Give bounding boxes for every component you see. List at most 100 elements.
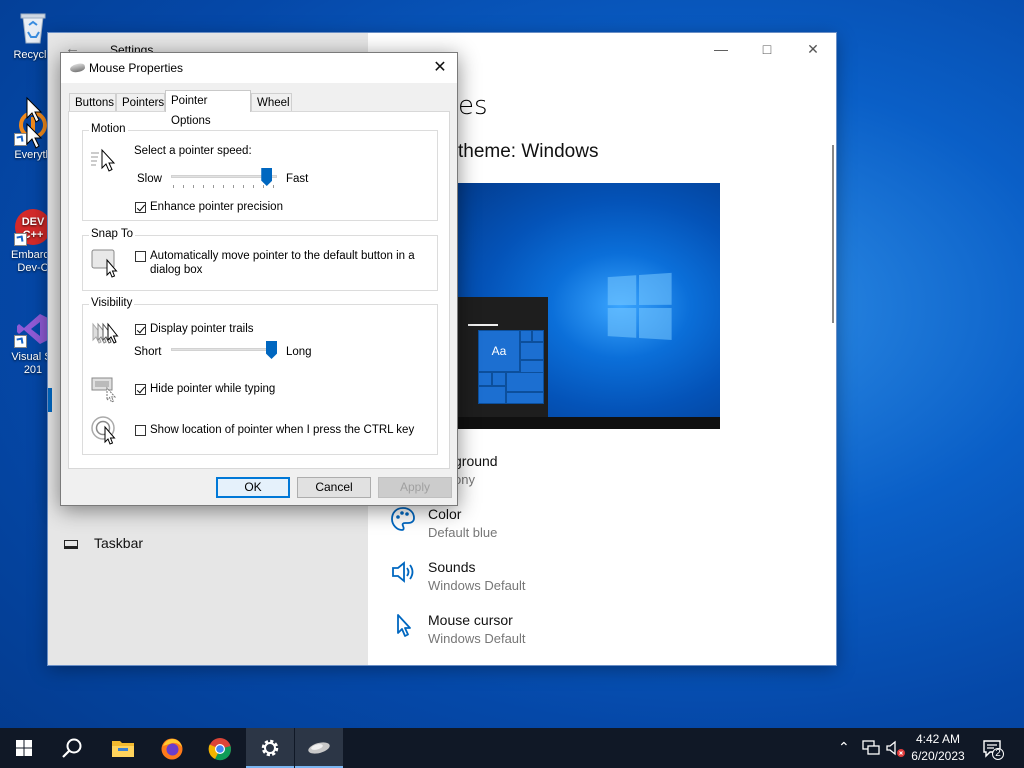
- preview-tile-aa: Aa: [478, 330, 520, 372]
- windows-logo-icon: [607, 272, 675, 344]
- pointer-speed-label: Select a pointer speed:: [134, 145, 252, 157]
- trail-length-slider[interactable]: [171, 341, 277, 359]
- slider-tick: [213, 185, 214, 188]
- slider-tick: [173, 185, 174, 188]
- preview-tile: [478, 372, 492, 386]
- network-icon[interactable]: [862, 740, 880, 756]
- mouse-icon: [308, 742, 330, 754]
- windows-start-icon: [16, 740, 32, 756]
- sounds-title: Sounds: [428, 559, 476, 575]
- taskbar: ⌃ 4:42 AM 6/20/2023 2: [0, 728, 1024, 768]
- snap-to-checkbox[interactable]: [135, 251, 146, 262]
- dev-cpp-icon: DEV C++: [14, 208, 52, 246]
- taskbar-file-explorer[interactable]: [98, 728, 146, 768]
- taskbar-settings[interactable]: [246, 728, 294, 768]
- show-location-checkbox[interactable]: [135, 425, 146, 436]
- dialog-close-button[interactable]: ✕: [423, 53, 457, 83]
- pointer-trails-checkbox[interactable]: [135, 324, 146, 335]
- maximize-button[interactable]: □: [744, 38, 790, 60]
- apply-button[interactable]: Apply: [378, 477, 452, 498]
- ok-button[interactable]: OK: [216, 477, 290, 498]
- tab-buttons[interactable]: Buttons: [69, 93, 116, 111]
- mouse-icon: [69, 62, 86, 74]
- recycle-bin-icon: [14, 8, 52, 46]
- pointer-trails-icon: [92, 322, 119, 344]
- current-theme-label: theme: Windows: [458, 141, 599, 162]
- page-title: es: [458, 91, 488, 121]
- pointer-speed-icon: [91, 148, 116, 172]
- preview-bar: [468, 324, 498, 326]
- taskbar-icon: [64, 540, 78, 549]
- enhance-precision-checkbox[interactable]: [135, 202, 146, 213]
- close-button[interactable]: ✕: [790, 38, 836, 60]
- slow-label: Slow: [137, 173, 162, 185]
- show-location-icon: [91, 416, 116, 445]
- slider-ticks: [173, 185, 274, 189]
- mouse-properties-dialog: Mouse Properties ✕ Buttons Pointers Poin…: [60, 52, 458, 506]
- mouse-cursor-subtitle: Windows Default: [428, 631, 526, 646]
- palette-icon: [391, 507, 415, 531]
- tab-pointer-options[interactable]: Pointer Options: [165, 90, 251, 127]
- slider-tick: [193, 185, 194, 188]
- show-location-label: Show location of pointer when I press th…: [150, 424, 415, 436]
- start-button[interactable]: [0, 728, 48, 768]
- pointer-trails-label: Display pointer trails: [150, 323, 254, 335]
- slider-tick: [253, 185, 254, 188]
- slider-thumb[interactable]: [261, 168, 273, 186]
- slider-tick: [243, 185, 244, 188]
- color-title: Color: [428, 506, 462, 522]
- pointer-speed-slider[interactable]: [171, 168, 277, 188]
- speaker-icon: [392, 561, 414, 583]
- snap-to-label-line1: Automatically move pointer to the defaul…: [150, 250, 415, 262]
- snap-to-label-line2: dialog box: [150, 264, 203, 276]
- chrome-icon: [208, 738, 231, 761]
- preview-tile: [478, 386, 506, 404]
- visibility-group: Visibility Display pointer trails Short …: [82, 297, 438, 455]
- svg-text:DEV: DEV: [22, 216, 45, 228]
- clock-time[interactable]: 4:42 AM: [906, 732, 970, 746]
- shortcut-arrow-icon: [14, 233, 27, 246]
- taskbar-firefox[interactable]: [148, 728, 196, 768]
- clock-date[interactable]: 6/20/2023: [906, 749, 970, 763]
- slider-track: [171, 175, 277, 178]
- slider-track: [171, 348, 277, 351]
- firefox-icon: [161, 738, 183, 760]
- dialog-titlebar: Mouse Properties ✕: [61, 53, 457, 83]
- taskbar-mouse-properties[interactable]: [295, 728, 343, 768]
- preview-tile: [532, 330, 544, 342]
- search-icon: [62, 738, 82, 758]
- long-label: Long: [286, 346, 312, 358]
- slider-thumb[interactable]: [266, 341, 277, 359]
- minimize-button[interactable]: —: [698, 38, 744, 60]
- cancel-button[interactable]: Cancel: [297, 477, 371, 498]
- shortcut-arrow-icon: [14, 335, 27, 348]
- mouse-cursor-icon: [397, 614, 411, 637]
- snap-to-icon: [91, 249, 118, 278]
- pointer-options-panel: Motion Select a pointer speed: Slow Fast…: [68, 111, 450, 469]
- gear-icon: [261, 739, 279, 757]
- folder-icon: [112, 741, 134, 757]
- slider-tick: [273, 185, 274, 188]
- tab-wheel[interactable]: Wheel: [251, 93, 292, 111]
- show-hidden-icons-button[interactable]: ⌃: [838, 739, 850, 756]
- search-button[interactable]: [48, 728, 96, 768]
- taskbar-chrome[interactable]: [196, 728, 244, 768]
- slider-tick: [263, 185, 264, 188]
- volume-muted-icon[interactable]: [886, 740, 906, 758]
- short-label: Short: [134, 346, 162, 358]
- preview-tile: [492, 372, 506, 386]
- tab-pointers[interactable]: Pointers: [116, 93, 165, 111]
- hide-pointer-checkbox[interactable]: [135, 384, 146, 395]
- visual-studio-icon: [14, 310, 52, 348]
- background-title: ground: [454, 453, 498, 469]
- sounds-subtitle: Windows Default: [428, 578, 526, 593]
- notification-count-badge: 2: [995, 748, 1001, 759]
- settings-scrollbar[interactable]: [832, 145, 834, 323]
- preview-tile: [506, 392, 544, 404]
- snap-to-group: Snap To Automatically move pointer to th…: [82, 228, 438, 291]
- theme-preview: Aa: [458, 183, 720, 429]
- nav-item-taskbar[interactable]: Taskbar: [64, 535, 143, 551]
- slider-tick: [223, 185, 224, 188]
- preview-taskbar: [458, 417, 720, 429]
- preview-tile: [506, 372, 544, 392]
